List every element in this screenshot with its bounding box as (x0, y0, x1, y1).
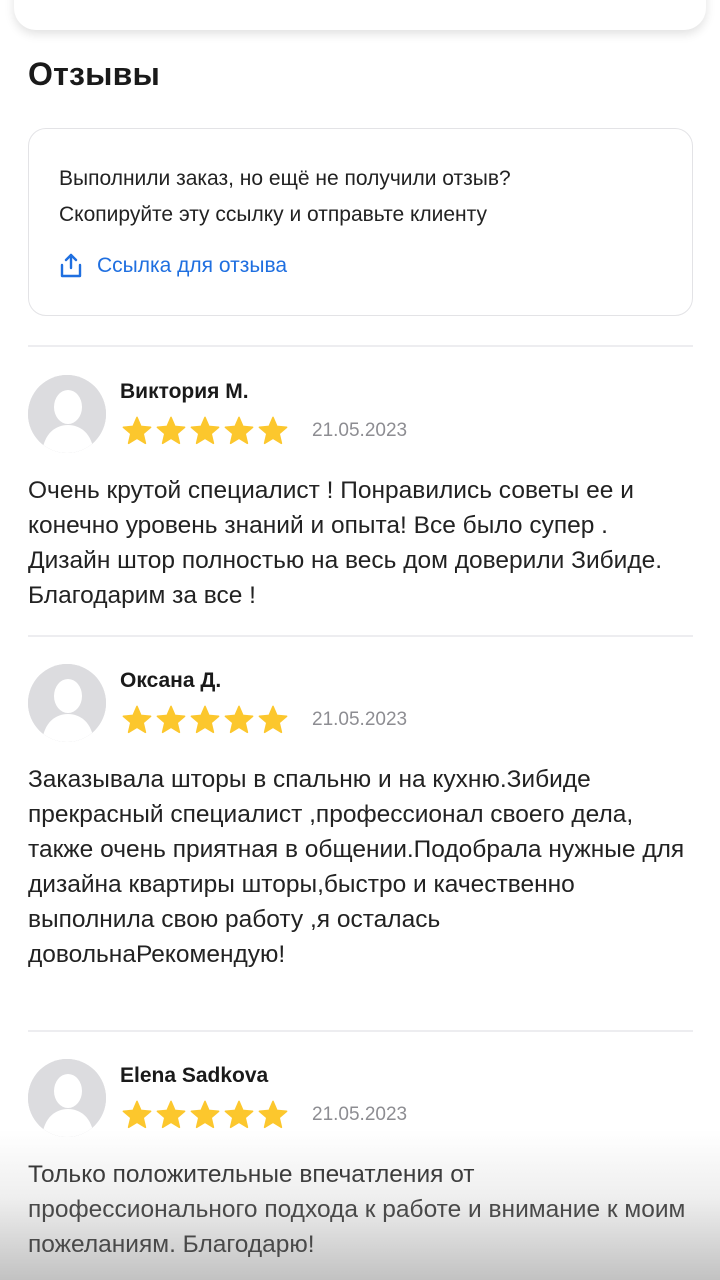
star-icon (156, 705, 186, 734)
divider (28, 1030, 693, 1032)
info-text-line-2: Скопируйте эту ссылку и отправьте клиент… (59, 203, 488, 226)
review-author: Оксана Д. (120, 669, 222, 692)
review-date: 21.05.2023 (312, 1104, 408, 1125)
star-icon (258, 1100, 288, 1129)
star-icon (190, 416, 220, 445)
avatar (28, 1059, 106, 1137)
star-icon (224, 1100, 254, 1129)
review-link-label: Ссылка для отзыва (97, 254, 288, 277)
rating-stars (120, 704, 290, 736)
share-icon (60, 253, 82, 278)
star-icon (224, 705, 254, 734)
review-author: Виктория М. (120, 380, 249, 403)
section-title: Отзывы (28, 56, 160, 92)
star-icon (156, 416, 186, 445)
star-icon (122, 1100, 152, 1129)
star-icon (258, 416, 288, 445)
reviews-page: Отзывы Выполнили заказ, но ещё не получи… (0, 0, 720, 1280)
review-card: Оксана Д. 21.05.2023 Заказывала шторы в … (28, 664, 693, 972)
star-icon (122, 416, 152, 445)
star-icon (190, 705, 220, 734)
review-date: 21.05.2023 (312, 420, 408, 441)
star-icon (258, 705, 288, 734)
divider (28, 345, 693, 347)
review-card: Виктория М. 21.05.2023 Очень крутой спец… (28, 375, 693, 613)
star-icon (224, 416, 254, 445)
star-icon (156, 1100, 186, 1129)
review-text: Только положительные впечатления от проф… (28, 1161, 686, 1258)
user-silhouette-icon (28, 375, 106, 453)
review-text: Заказывала шторы в спальню и на кухню.Зи… (28, 766, 685, 968)
info-text-line-1: Выполнили заказ, но ещё не получили отзы… (59, 167, 511, 190)
top-card (14, 0, 706, 30)
rating-stars (120, 415, 290, 447)
review-text: Очень крутой специалист ! Понравились со… (28, 477, 663, 609)
review-link-button[interactable]: Ссылка для отзыва (59, 253, 662, 279)
review-card: Elena Sadkova 21.05.2023 Только положите… (28, 1059, 693, 1262)
user-silhouette-icon (28, 664, 106, 742)
divider (28, 635, 693, 637)
review-author: Elena Sadkova (120, 1064, 269, 1087)
star-icon (122, 705, 152, 734)
review-date: 21.05.2023 (312, 709, 408, 730)
rating-stars (120, 1099, 290, 1131)
star-icon (190, 1100, 220, 1129)
user-silhouette-icon (28, 1059, 106, 1137)
review-link-info-box: Выполнили заказ, но ещё не получили отзы… (28, 128, 693, 316)
avatar (28, 664, 106, 742)
avatar (28, 375, 106, 453)
